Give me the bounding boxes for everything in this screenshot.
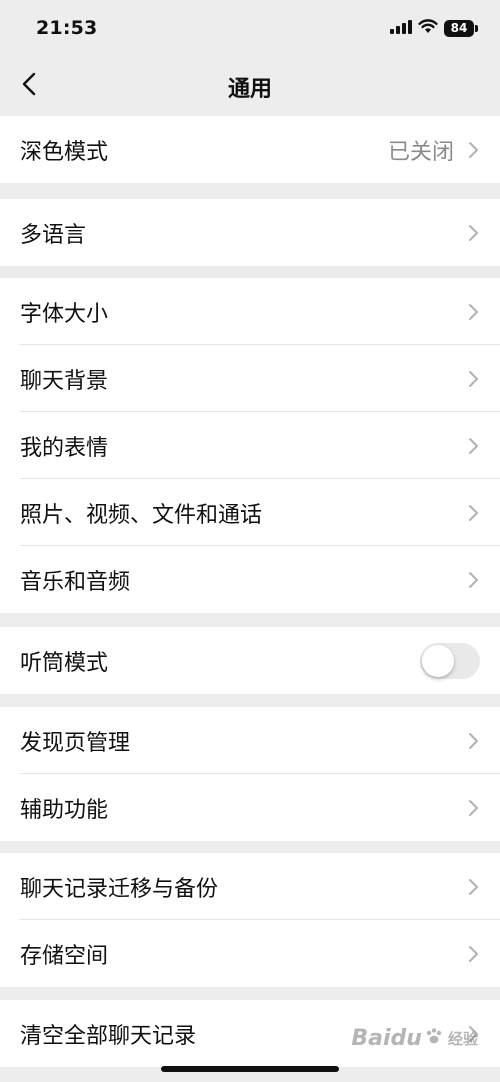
setting-discover-management[interactable]: 发现页管理 [0, 707, 500, 774]
chevron-right-icon [468, 878, 480, 896]
paw-icon [425, 1026, 443, 1051]
setting-label: 聊天背景 [20, 368, 109, 394]
battery-level: 84 [444, 20, 474, 37]
setting-label: 清空全部聊天记录 [20, 1023, 197, 1049]
setting-font-size[interactable]: 字体大小 [0, 278, 500, 345]
setting-accessibility[interactable]: 辅助功能 [0, 774, 500, 841]
page-title: 通用 [227, 77, 272, 102]
earpiece-mode-toggle[interactable] [420, 642, 480, 679]
chevron-right-icon [468, 437, 480, 455]
setting-dark-mode[interactable]: 深色模式 已关闭 [0, 116, 500, 183]
watermark-sub: 经验 [447, 1030, 478, 1048]
signal-icon [390, 19, 412, 38]
setting-chat-background[interactable]: 聊天背景 [0, 345, 500, 412]
chevron-right-icon [468, 945, 480, 963]
setting-media[interactable]: 照片、视频、文件和通话 [0, 479, 500, 546]
setting-label: 字体大小 [20, 301, 109, 327]
chevron-right-icon [468, 303, 480, 321]
setting-label: 照片、视频、文件和通话 [20, 502, 263, 528]
setting-label: 聊天记录迁移与备份 [20, 876, 219, 902]
status-icons: 84 [390, 19, 478, 38]
chevron-right-icon [468, 504, 480, 522]
setting-label: 音乐和音频 [20, 569, 131, 595]
setting-my-stickers[interactable]: 我的表情 [0, 412, 500, 479]
setting-earpiece-mode: 听筒模式 [0, 627, 500, 694]
setting-label: 发现页管理 [20, 730, 131, 756]
chevron-right-icon [468, 571, 480, 589]
setting-language[interactable]: 多语言 [0, 199, 500, 266]
setting-value: 已关闭 [387, 139, 454, 165]
setting-label: 听筒模式 [20, 650, 109, 676]
setting-music-audio[interactable]: 音乐和音频 [0, 546, 500, 613]
setting-label: 我的表情 [20, 435, 109, 461]
home-indicator [161, 1066, 339, 1072]
chevron-right-icon [468, 224, 480, 242]
nav-bar: 通用 [0, 58, 500, 114]
setting-chat-backup[interactable]: 聊天记录迁移与备份 [0, 853, 500, 920]
chevron-right-icon [468, 732, 480, 750]
setting-label: 多语言 [20, 222, 87, 248]
watermark-brand: Baidu [351, 1026, 422, 1051]
setting-label: 深色模式 [20, 139, 109, 165]
wifi-icon [418, 19, 438, 38]
chevron-right-icon [468, 370, 480, 388]
setting-storage[interactable]: 存储空间 [0, 920, 500, 987]
chevron-right-icon [468, 141, 480, 159]
setting-label: 辅助功能 [20, 797, 109, 823]
setting-label: 存储空间 [20, 943, 109, 969]
battery-icon: 84 [444, 20, 478, 37]
toggle-knob [422, 644, 454, 677]
status-time: 21:53 [36, 17, 98, 39]
baidu-watermark: Baidu 经验 [351, 1026, 478, 1051]
chevron-right-icon [468, 799, 480, 817]
status-bar: 21:53 84 [0, 0, 500, 58]
